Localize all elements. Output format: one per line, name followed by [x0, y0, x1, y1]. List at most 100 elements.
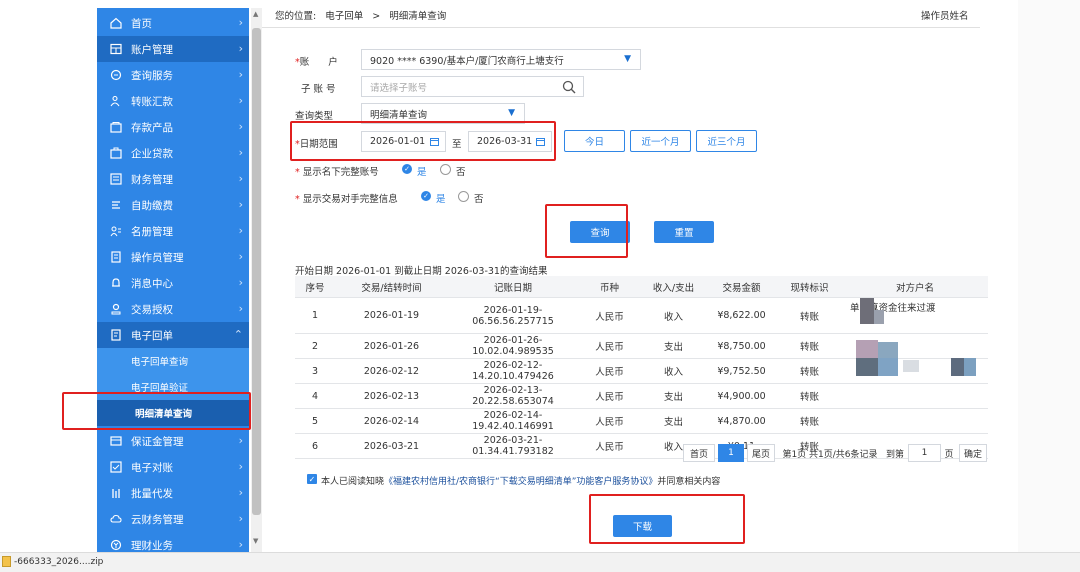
sidebar-item-reconcile[interactable]: 电子对账 ›: [97, 454, 249, 480]
table-cell: 2026-01-26-10.02.04.989535: [448, 333, 578, 359]
sub-account-label: 子 账 号: [301, 84, 336, 95]
table-cell: 1: [295, 297, 335, 334]
sidebar-item-label: 名册管理: [131, 225, 173, 238]
last-page-button[interactable]: 尾页: [747, 444, 775, 462]
breadcrumb-level1[interactable]: 电子回单: [325, 11, 363, 22]
show-counterparty-yes-radio[interactable]: ✓: [421, 191, 431, 201]
sidebar-item-label: 电子对账: [131, 461, 173, 474]
table-cell: [842, 408, 988, 434]
chevron-right-icon: ›: [238, 302, 243, 315]
table-cell: 人民币: [578, 383, 641, 409]
home-icon: [110, 17, 122, 29]
sidebar-item-home[interactable]: 首页 ›: [97, 10, 249, 36]
sidebar-item-label: 自助缴费: [131, 199, 173, 212]
table-cell: 支出: [641, 333, 706, 359]
agreement-checkbox[interactable]: ✓: [307, 474, 317, 484]
goto-page-input[interactable]: 1: [908, 444, 941, 462]
privacy-mosaic: [856, 340, 878, 358]
table-cell: 2026-02-14: [335, 408, 448, 434]
sidebar-scrollbar-thumb[interactable]: [252, 28, 261, 515]
sidebar-item-roster[interactable]: 名册管理 ›: [97, 218, 249, 244]
sidebar-subitem[interactable]: 电子回单查询: [97, 348, 249, 374]
table-cell: 转账: [777, 408, 842, 434]
sidebar-item-receipt[interactable]: 电子回单 ⌃: [97, 322, 249, 348]
account-select[interactable]: 9020 **** 6390/基本户/厦门农商行上塘支行 ▼: [361, 49, 641, 70]
breadcrumb-level2: 明细清单查询: [389, 11, 447, 22]
scroll-down-arrow-icon[interactable]: ▼: [253, 537, 258, 545]
chevron-right-icon: ›: [238, 146, 243, 159]
sidebar-item-wealth[interactable]: 理财业务 ›: [97, 532, 249, 552]
goto-label: 到第: [885, 449, 904, 460]
deposit-guarantee-icon: [110, 435, 122, 447]
table-header-cell: 现转标识: [777, 276, 842, 298]
table-cell: 转账: [777, 358, 842, 384]
sidebar-item-label: 账户管理: [131, 43, 173, 56]
table-cell: 2026-02-12-14.20.10.479426: [448, 358, 578, 384]
breadcrumb-separator: >: [372, 11, 381, 22]
sub-account-input[interactable]: 请选择子账号: [361, 76, 584, 97]
dropdown-caret-icon: ▼: [508, 108, 515, 118]
show-counterparty-no-radio[interactable]: [458, 191, 469, 202]
table-cell: ¥8,622.00: [706, 297, 777, 334]
batch-icon: [110, 487, 122, 499]
sidebar-item-authorize[interactable]: 交易授权 ›: [97, 296, 249, 322]
show-full-account-no-label: 否: [456, 167, 466, 178]
query-type-label: 查询类型: [295, 111, 334, 122]
sidebar-item-deposit-guarantee[interactable]: 保证金管理 ›: [97, 428, 249, 454]
table-row[interactable]: 4 2026-02-13 2026-02-13-20.22.58.653074 人民币…: [295, 383, 988, 409]
table-cell: 人民币: [578, 408, 641, 434]
sidebar-item-label: 保证金管理: [131, 435, 184, 448]
agreement-link[interactable]: 《福建农村信用社/农商银行“下载交易明细清单”功能客户服务协议》: [384, 477, 657, 487]
reset-button[interactable]: 重置: [654, 221, 714, 243]
goto-confirm-button[interactable]: 确定: [959, 444, 987, 462]
table-cell: 2026-01-19: [335, 297, 448, 334]
result-title: 开始日期 2026-01-01 到截止日期 2026-03-31的查询结果: [295, 266, 548, 277]
table-row[interactable]: 5 2026-02-14 2026-02-14-19.42.40.146991 人民币…: [295, 408, 988, 434]
sidebar-item-deposit-box[interactable]: 存款产品 ›: [97, 114, 249, 140]
header-divider: [262, 27, 980, 28]
last-three-months-button[interactable]: 近三个月: [696, 130, 757, 152]
today-button[interactable]: 今日: [564, 130, 625, 152]
deposit-box-icon: [110, 121, 122, 133]
show-full-account-no-radio[interactable]: [440, 164, 451, 175]
sidebar-item-operator[interactable]: 操作员管理 ›: [97, 244, 249, 270]
current-page-button[interactable]: 1: [718, 444, 744, 462]
receipt-icon: [110, 329, 122, 341]
privacy-mosaic: [951, 358, 964, 376]
table-cell: [842, 383, 988, 409]
table-cell: 转账: [777, 297, 842, 334]
sidebar-item-ledger[interactable]: 账户管理 ›: [97, 36, 249, 62]
downloaded-file-name[interactable]: -666333_2026....zip: [14, 557, 103, 567]
sidebar-item-search[interactable]: 查询服务 ›: [97, 62, 249, 88]
sidebar-item-loan[interactable]: 企业贷款 ›: [97, 140, 249, 166]
scroll-up-arrow-icon[interactable]: ▲: [253, 10, 258, 18]
sidebar-item-finance[interactable]: 财务管理 ›: [97, 166, 249, 192]
first-page-button[interactable]: 首页: [683, 444, 715, 462]
finance-icon: [110, 173, 122, 185]
chevron-right-icon: ›: [238, 434, 243, 447]
sidebar-item-label: 电子回单: [131, 329, 173, 342]
sidebar-item-bell[interactable]: 消息中心 ›: [97, 270, 249, 296]
sidebar-item-batch[interactable]: 批量代发 ›: [97, 480, 249, 506]
show-full-account-yes-radio[interactable]: ✓: [402, 164, 412, 174]
highlight-download-button: [589, 494, 745, 544]
table-header-cell: 对方户名: [842, 276, 988, 298]
chevron-right-icon: ›: [238, 198, 243, 211]
authorize-icon: [110, 303, 122, 315]
search-icon[interactable]: [562, 80, 576, 94]
table-cell: 2026-03-21: [335, 433, 448, 459]
table-cell: ¥4,900.00: [706, 383, 777, 409]
last-month-button[interactable]: 近一个月: [630, 130, 691, 152]
table-cell: 转账: [777, 333, 842, 359]
table-cell: ¥8,750.00: [706, 333, 777, 359]
table-cell: 支出: [641, 383, 706, 409]
table-row[interactable]: 1 2026-01-19 2026-01-19-06.56.56.257715 人民币…: [295, 297, 988, 334]
page-right-margin: [1018, 0, 1080, 552]
table-cell: 收入: [641, 358, 706, 384]
browser-download-bar: [0, 552, 1080, 572]
sidebar-item-transfer-user[interactable]: 转账汇款 ›: [97, 88, 249, 114]
sidebar-item-cloud[interactable]: 云财务管理 ›: [97, 506, 249, 532]
table-cell: ¥4,870.00: [706, 408, 777, 434]
table-cell: 5: [295, 408, 335, 434]
sidebar-item-payment[interactable]: 自助缴费 ›: [97, 192, 249, 218]
